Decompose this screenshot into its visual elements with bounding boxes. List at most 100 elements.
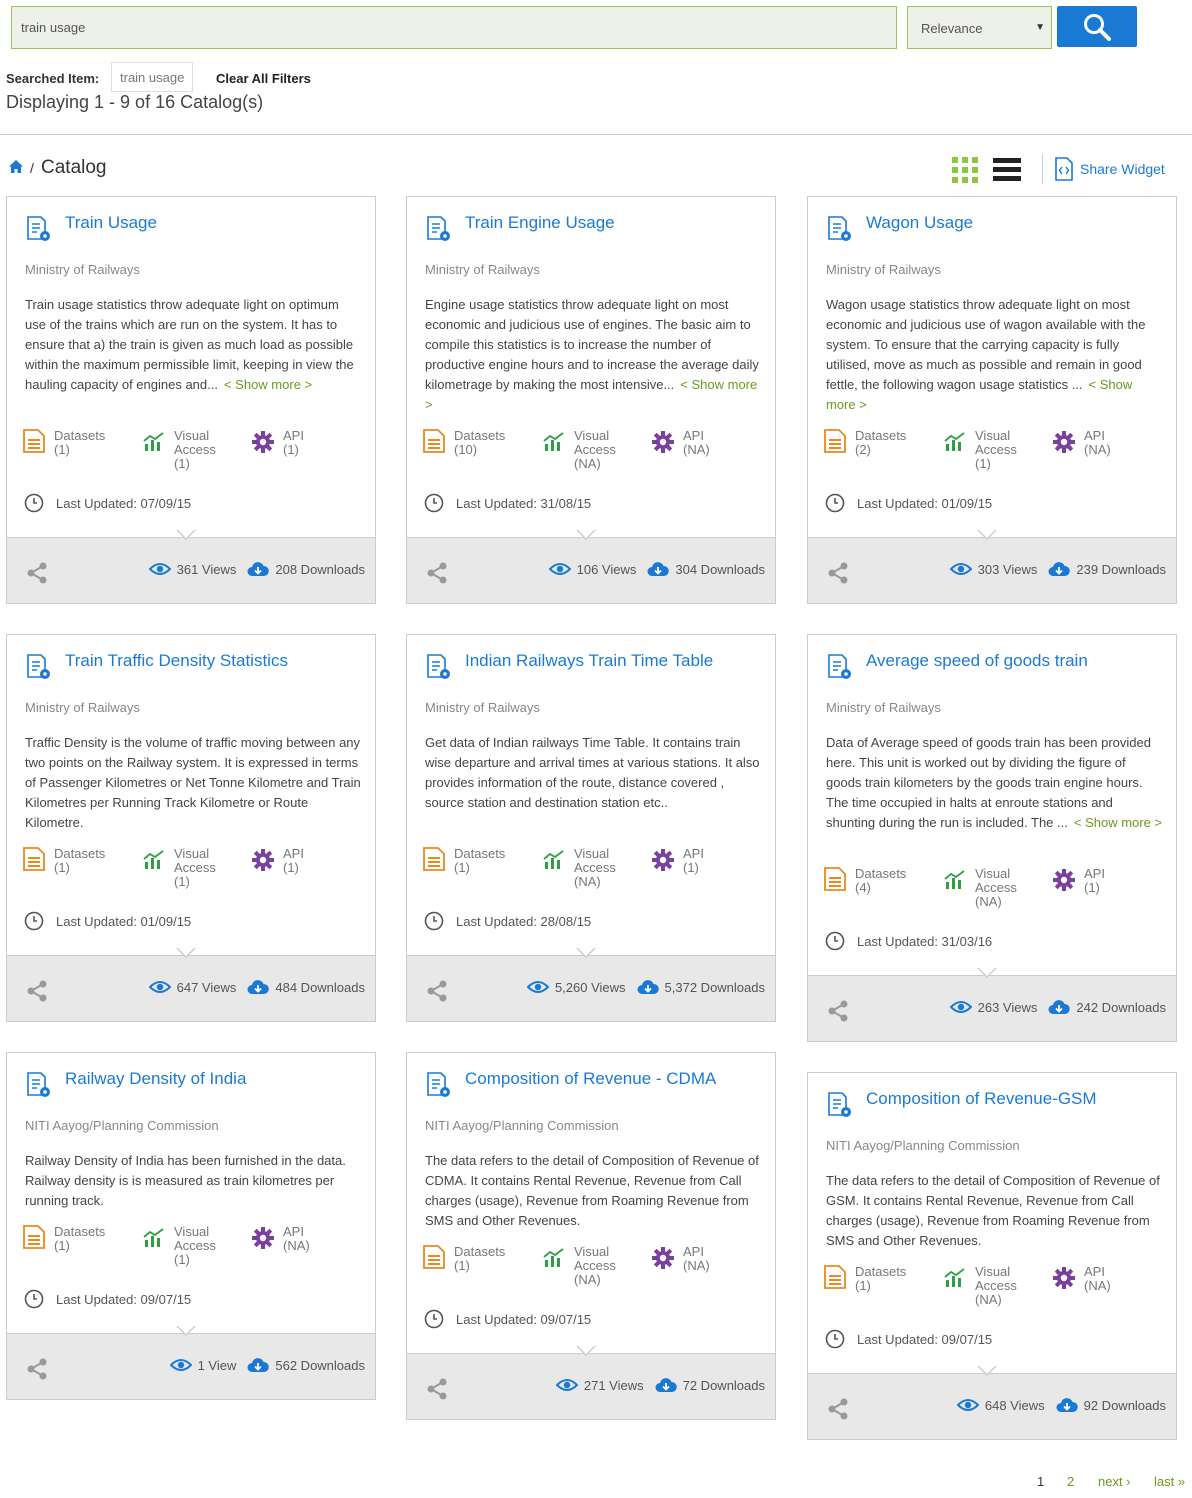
datasets-stat[interactable]: Datasets (1)	[824, 1265, 906, 1293]
card-description-text: Railway Density of India has been furnis…	[25, 1153, 346, 1208]
datasets-stat[interactable]: Datasets (1)	[23, 429, 105, 457]
api-stat[interactable]: API (NA)	[252, 1225, 310, 1253]
last-updated-text: Last Updated: 31/03/16	[857, 933, 993, 949]
card-title-link[interactable]: Average speed of goods train	[866, 651, 1088, 671]
datasets-label: Datasets	[454, 428, 506, 443]
card-title-link[interactable]: Indian Railways Train Time Table	[465, 651, 713, 671]
visual-access-stat[interactable]: Visual Access (NA)	[543, 1245, 616, 1287]
grid-view-icon[interactable]	[952, 157, 978, 183]
next-page-link[interactable]: next ›	[1098, 1474, 1131, 1489]
catalog-doc-icon	[27, 654, 50, 679]
api-stat[interactable]: API (NA)	[652, 429, 710, 457]
searched-item-chip[interactable]: train usage	[111, 62, 194, 92]
share-button[interactable]	[826, 561, 850, 590]
api-label: API	[683, 1244, 704, 1259]
visual-access-stat[interactable]: Visual Access (NA)	[944, 1265, 1017, 1307]
share-widget-button[interactable]: Share Widget	[1054, 157, 1165, 181]
access-label: Access	[574, 860, 616, 875]
last-page-link[interactable]: last »	[1154, 1474, 1185, 1489]
views-count: 1 View	[197, 1357, 237, 1373]
results-count: Displaying 1 - 9 of 16 Catalog(s)	[6, 92, 264, 112]
api-count: (1)	[283, 442, 299, 457]
visual-access-stat[interactable]: Visual Access (NA)	[543, 847, 616, 889]
api-gear-icon	[1053, 869, 1075, 891]
card-title-link[interactable]: Train Usage	[65, 213, 157, 233]
datasets-stat[interactable]: Datasets (1)	[23, 847, 105, 875]
access-label: Access	[975, 1278, 1017, 1293]
visual-access-stat[interactable]: Visual Access (NA)	[944, 867, 1017, 909]
card-footer: 1 View 562 Downloads	[7, 1325, 375, 1399]
share-button[interactable]	[425, 561, 449, 590]
card-title-link[interactable]: Railway Density of India	[65, 1069, 246, 1089]
visual-access-stat[interactable]: Visual Access (1)	[143, 429, 216, 471]
card-title-link[interactable]: Train Traffic Density Statistics	[65, 651, 288, 671]
eye-icon	[949, 563, 972, 575]
share-button[interactable]	[25, 1357, 49, 1386]
share-icon	[427, 1378, 447, 1400]
datasets-label: Datasets	[454, 1244, 506, 1259]
api-stat[interactable]: API (1)	[1053, 867, 1105, 895]
card-stats: Datasets (4) Visual Access (NA) API (1)	[824, 867, 1164, 915]
eye-icon	[169, 1359, 192, 1371]
datasets-stat[interactable]: Datasets (1)	[23, 1225, 105, 1253]
datasets-stat[interactable]: Datasets (10)	[423, 429, 505, 457]
card-title-link[interactable]: Composition of Revenue-GSM	[866, 1089, 1097, 1109]
datasets-stat[interactable]: Datasets (4)	[824, 867, 906, 895]
datasets-stat[interactable]: Datasets (1)	[423, 847, 505, 875]
card-title-link[interactable]: Wagon Usage	[866, 213, 973, 233]
share-icon	[427, 562, 447, 584]
api-gear-icon	[252, 431, 274, 453]
share-widget-label: Share Widget	[1080, 161, 1165, 177]
catalog-card: Wagon Usage Ministry of Railways Wagon u…	[807, 196, 1177, 604]
datasets-icon	[824, 429, 846, 453]
share-button[interactable]	[25, 561, 49, 590]
visual-access-stat[interactable]: Visual Access (1)	[143, 1225, 216, 1267]
last-updated: Last Updated: 09/07/15	[424, 1309, 591, 1329]
visual-access-count: (NA)	[574, 456, 601, 471]
share-button[interactable]	[425, 1377, 449, 1406]
card-description: Wagon usage statistics throw adequate li…	[826, 295, 1162, 415]
card-footer: 271 Views 72 Downloads	[407, 1345, 775, 1419]
last-updated: Last Updated: 09/07/15	[24, 1289, 191, 1309]
clear-all-filters-link[interactable]: Clear All Filters	[216, 71, 311, 86]
api-stat[interactable]: API (NA)	[652, 1244, 710, 1273]
card-title-link[interactable]: Composition of Revenue - CDMA	[465, 1069, 716, 1089]
visual-access-stat[interactable]: Visual Access (1)	[143, 847, 216, 889]
datasets-stat[interactable]: Datasets (2)	[824, 429, 906, 457]
last-updated: Last Updated: 01/09/15	[24, 911, 191, 931]
datasets-label: Datasets	[855, 428, 907, 443]
datasets-stat[interactable]: Datasets (1)	[423, 1245, 505, 1273]
footer-notch-inner	[177, 1325, 195, 1334]
api-stat[interactable]: API (NA)	[1053, 1265, 1111, 1293]
sort-select[interactable]: Relevance ▼	[907, 6, 1052, 49]
card-description: Railway Density of India has been furnis…	[25, 1151, 361, 1211]
visual-access-stat[interactable]: Visual Access (NA)	[543, 429, 616, 471]
card-description: Traffic Density is the volume of traffic…	[25, 733, 361, 833]
api-stat[interactable]: API (1)	[252, 429, 304, 457]
visual-access-stat[interactable]: Visual Access (1)	[944, 429, 1017, 471]
show-more-link[interactable]: < Show more >	[1074, 815, 1162, 830]
search-button[interactable]	[1057, 6, 1137, 47]
catalog-card: Train Traffic Density Statistics Ministr…	[6, 634, 376, 1022]
api-stat[interactable]: API (NA)	[1053, 429, 1111, 457]
downloads-count: 484 Downloads	[275, 979, 365, 995]
search-input[interactable]	[11, 6, 897, 49]
share-button[interactable]	[425, 979, 449, 1008]
home-icon[interactable]	[8, 159, 24, 174]
show-more-link[interactable]: < Show more >	[224, 377, 312, 392]
catalog-doc-icon	[828, 1092, 851, 1117]
share-button[interactable]	[826, 1397, 850, 1426]
last-updated: Last Updated: 28/08/15	[424, 911, 591, 931]
datasets-count: (1)	[54, 442, 70, 457]
card-organization: Ministry of Railways	[826, 262, 941, 277]
page-2-link[interactable]: 2	[1067, 1474, 1074, 1489]
api-stat[interactable]: API (1)	[252, 847, 304, 875]
share-button[interactable]	[25, 979, 49, 1008]
card-title-link[interactable]: Train Engine Usage	[465, 213, 615, 233]
api-stat[interactable]: API (1)	[652, 847, 704, 875]
card-footer: 647 Views 484 Downloads	[7, 947, 375, 1021]
datasets-count: (10)	[454, 442, 478, 457]
share-button[interactable]	[826, 999, 850, 1028]
card-stats: Datasets (1) Visual Access (NA) API (1)	[423, 847, 763, 895]
list-view-icon[interactable]	[993, 157, 1021, 181]
